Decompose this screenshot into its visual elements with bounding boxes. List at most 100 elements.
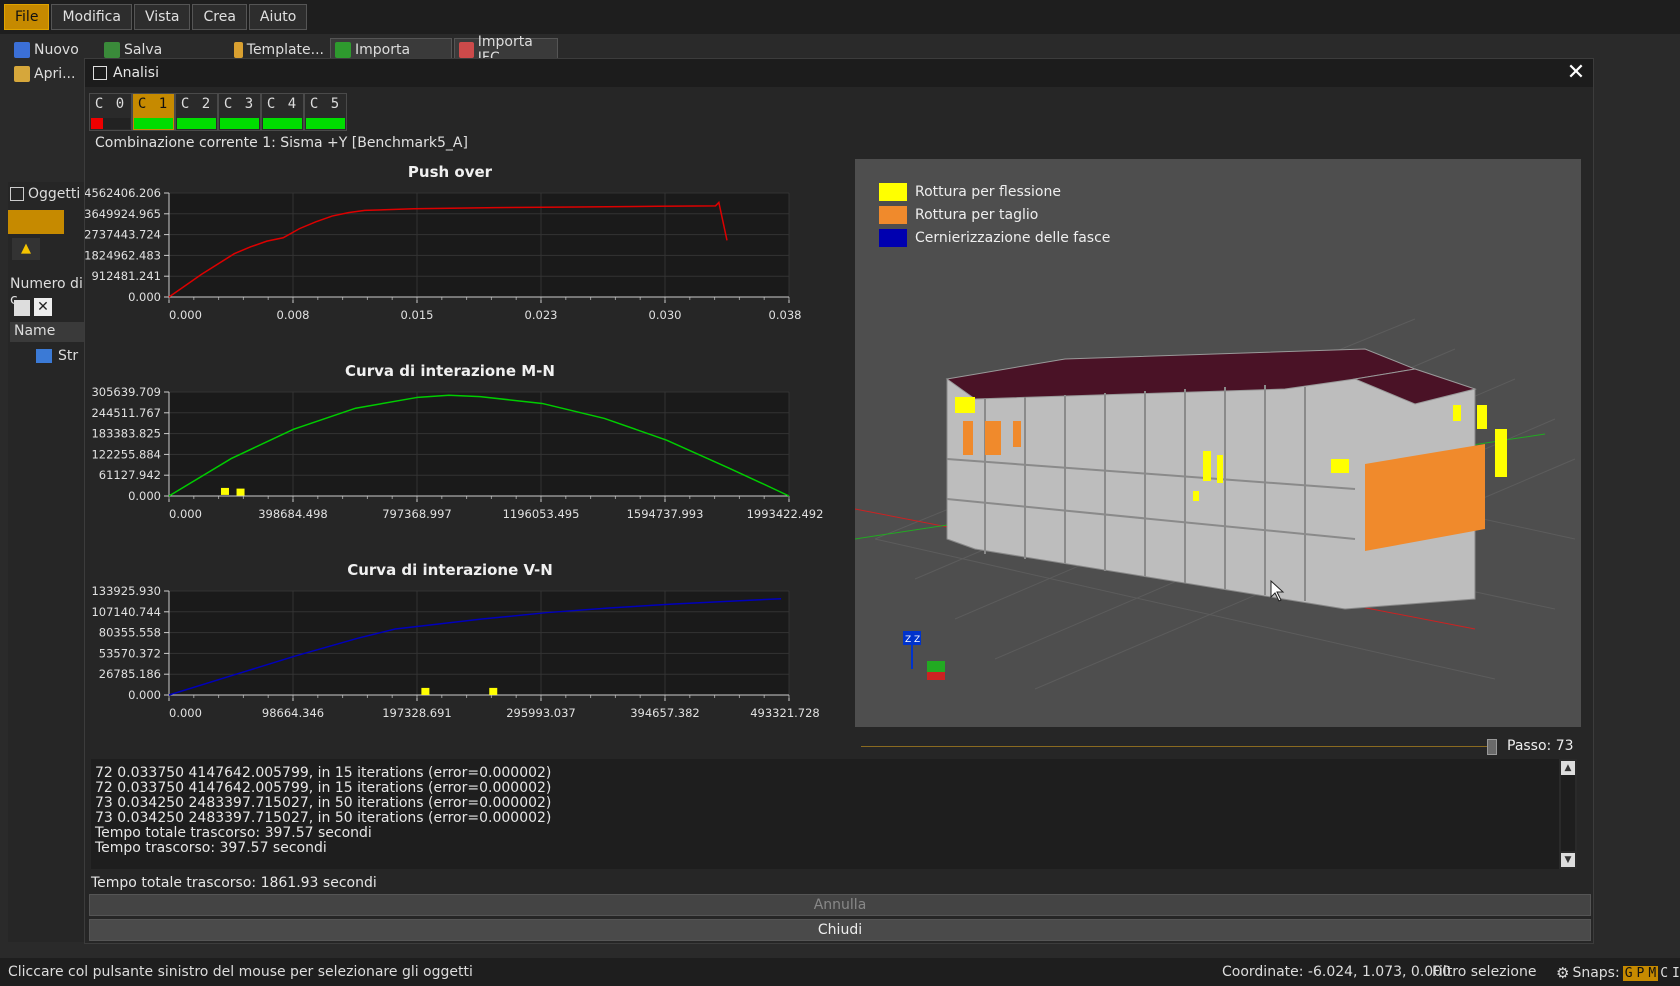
step-slider-thumb[interactable]	[1486, 739, 1497, 755]
pushover-chart-title: Push over	[407, 163, 493, 181]
y-tick-label: 0.000	[128, 489, 161, 503]
y-tick-label: 53570.372	[99, 646, 161, 660]
tab-combination-2[interactable]: C 2	[175, 93, 218, 131]
shear-failure-mark	[963, 421, 973, 455]
y-tick-label: 2737443.724	[85, 228, 161, 242]
close-icon[interactable]: ✕	[1565, 62, 1587, 84]
scroll-down-icon[interactable]: ▼	[1561, 853, 1575, 867]
y-tick-label: 26785.186	[99, 667, 161, 681]
snap-toggle-g[interactable]: G	[1622, 965, 1635, 981]
mn-chart-title: Curva di interazione M-N	[345, 362, 555, 380]
step-slider-track[interactable]	[861, 746, 1491, 747]
menu-file[interactable]: File	[4, 4, 50, 30]
shear-failure-mark	[985, 421, 1001, 455]
flexure-failure-mark	[1495, 429, 1507, 477]
objects-panel-title: Oggetti	[10, 186, 80, 202]
log-line: 72 0.033750 4147642.005799, in 15 iterat…	[95, 780, 552, 796]
x-tick-label: 0.008	[277, 308, 310, 322]
selection-filter[interactable]: Filtro selezione	[1432, 964, 1536, 980]
total-time-label: Tempo totale trascorso: 1861.93 secondi	[91, 875, 377, 891]
legend-swatch	[879, 206, 907, 224]
gear-icon[interactable]: ⚙	[1556, 964, 1569, 982]
name-column-header: Name	[14, 323, 56, 339]
log-line: 73 0.034250 2483397.715027, in 50 iterat…	[95, 795, 552, 811]
log-line: Tempo trascorso: 397.57 secondi	[95, 840, 327, 856]
y-tick-label: 4562406.206	[85, 186, 161, 200]
tab-combination-3[interactable]: C 3	[218, 93, 261, 131]
y-tick-label: 3649924.965	[85, 207, 161, 221]
x-tick-label: 0.000	[169, 308, 202, 322]
status-bar: Cliccare col pulsante sinistro del mouse…	[0, 958, 1680, 986]
x-tick-label: 98664.346	[262, 706, 324, 720]
objects-title: Oggetti	[28, 186, 81, 202]
star-icon	[14, 42, 30, 58]
snap-toggle-p[interactable]: P	[1634, 965, 1647, 981]
x-tick-label: 493321.728	[750, 706, 820, 720]
gizmo-label: Z Z	[905, 635, 920, 645]
x-tick-label: 0.000	[169, 507, 202, 521]
tab-combination-1[interactable]: C 1	[132, 93, 175, 131]
3d-viewport[interactable]: Z Z Rottura per flessione Rottura per tag…	[855, 159, 1581, 727]
tab-label: C 4	[266, 96, 299, 112]
objects-panel: Oggetti ▲ Numero di c ✕ Name Str	[8, 182, 88, 942]
import-button-label: Importa	[355, 42, 411, 58]
snap-toggle-i[interactable]: I	[1670, 966, 1680, 981]
analysis-log[interactable]: 72 0.033750 4147642.005799, in 15 iterat…	[91, 759, 1577, 869]
plot-area	[169, 591, 789, 695]
open-button[interactable]: Apri...	[10, 62, 82, 86]
tab-combination-4[interactable]: C 4	[261, 93, 304, 131]
x-tick-label: 0.000	[169, 706, 202, 720]
legend-swatch	[879, 229, 907, 247]
template-button-label: Template...	[246, 42, 324, 58]
menu-vista[interactable]: Vista	[133, 4, 191, 30]
menu-crea[interactable]: Crea	[192, 4, 247, 30]
app-window: File Modifica Vista Crea Aiuto Nuovo Sal…	[0, 0, 1680, 986]
cube-icon	[10, 187, 24, 201]
snap-toggle-c[interactable]: C	[1658, 966, 1670, 981]
legend-label: Rottura per taglio	[915, 207, 1039, 223]
tree-item[interactable]: Str	[36, 348, 78, 364]
log-line: 73 0.034250 2483397.715027, in 50 iterat…	[95, 810, 552, 826]
x-tick-label: 398684.498	[258, 507, 328, 521]
snap-toggles: GPMCIN	[1622, 965, 1680, 981]
menu-modifica[interactable]: Modifica	[51, 4, 132, 30]
cancel-button[interactable]: Annulla	[89, 894, 1591, 916]
template-icon	[234, 42, 243, 58]
x-tick-label: 295993.037	[506, 706, 576, 720]
close-button[interactable]: Chiudi	[89, 919, 1591, 941]
snap-toggle-m[interactable]: M	[1646, 965, 1659, 981]
save-icon	[104, 42, 120, 58]
pushover-chart: 0.000 0.008 0.015 0.023 0.030 0.038 0.000 91248…	[85, 186, 801, 322]
scroll-up-icon[interactable]: ▲	[1561, 761, 1575, 775]
tab-status-bar	[306, 118, 345, 129]
delete-icon[interactable]: ✕	[34, 298, 52, 316]
x-tick-label: 394657.382	[630, 706, 700, 720]
tab-status-bar	[263, 118, 302, 129]
flexure-failure-mark	[1217, 455, 1223, 483]
dialog-title-bar: Analisi	[85, 59, 1593, 87]
x-tick-label: 197328.691	[382, 706, 452, 720]
tab-label: C 5	[309, 96, 342, 112]
objects-tab-icon[interactable]	[8, 210, 64, 234]
scroll-track[interactable]	[1561, 775, 1575, 851]
log-scrollbar[interactable]: ▲ ▼	[1559, 759, 1577, 869]
flexure-failure-mark	[1453, 405, 1461, 421]
new-button-label: Nuovo	[34, 42, 79, 58]
flexure-failure-mark	[1203, 451, 1211, 481]
selection-filter-label: Filtro selezione	[1432, 964, 1537, 980]
tab-label: C 1	[137, 96, 170, 112]
copy-icon[interactable]	[14, 300, 30, 316]
tab-status-bar	[134, 118, 173, 129]
save-button-label: Salva	[124, 42, 163, 58]
open-icon	[14, 66, 30, 82]
vn-chart-title: Curva di interazione V-N	[347, 561, 553, 579]
step-slider[interactable]: Passo: 73	[861, 735, 1581, 759]
menu-aiuto[interactable]: Aiuto	[248, 4, 308, 30]
y-tick-label: 122255.884	[91, 447, 161, 461]
y-tick-label: 133925.930	[91, 584, 161, 598]
warning-icon[interactable]: ▲	[12, 238, 40, 260]
tab-combination-0[interactable]: C 0	[89, 93, 132, 131]
mn-interaction-chart: 0.000 398684.498 797368.997 1196053.495 1594…	[91, 385, 823, 521]
y-tick-label: 61127.942	[99, 468, 161, 482]
tab-combination-5[interactable]: C 5	[304, 93, 347, 131]
